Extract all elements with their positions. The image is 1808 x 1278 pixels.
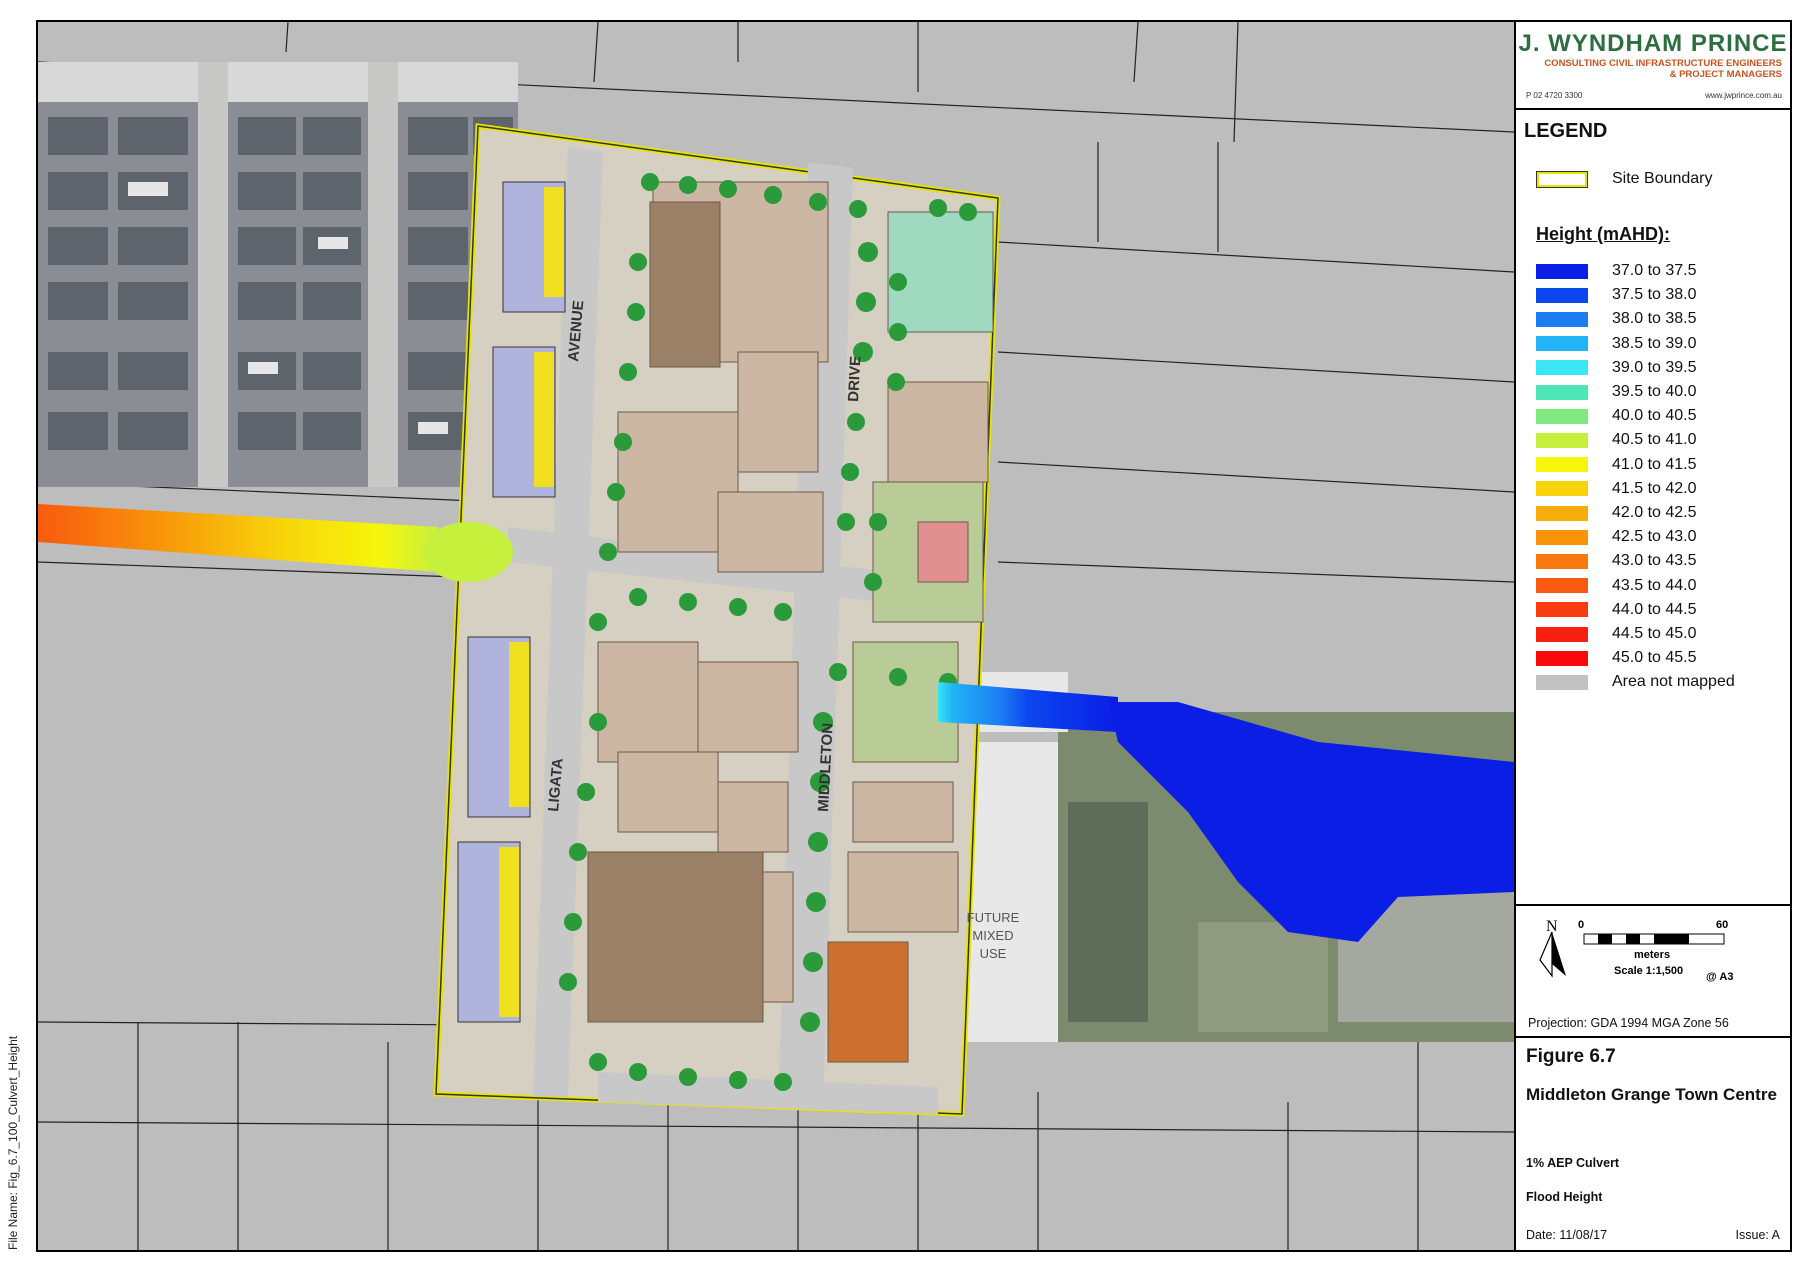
legend-swatch (1536, 336, 1588, 352)
legend-item-label: 42.0 to 42.5 (1612, 504, 1697, 521)
projection-text: Projection: GDA 1994 MGA Zone 56 (1528, 1016, 1729, 1030)
legend-swatch (1536, 263, 1588, 279)
legend-item-label: 37.0 to 37.5 (1612, 262, 1697, 279)
legend-item-label: 44.5 to 45.0 (1612, 625, 1697, 642)
legend-item: 37.0 to 37.5 (1536, 260, 1697, 282)
north-label: N (1546, 918, 1558, 935)
legend: LEGEND Site Boundary Height (mAHD): 37.0… (1516, 110, 1790, 906)
legend-item-label: 40.0 to 40.5 (1612, 407, 1697, 425)
legend-item-label: 39.0 to 39.5 (1612, 358, 1697, 376)
legend-item-label: 42.5 to 43.0 (1612, 528, 1697, 546)
legend-item-label: 40.5 to 41.0 (1612, 431, 1697, 449)
legend-swatch (1536, 408, 1588, 424)
legend-swatch (1536, 602, 1588, 618)
legend-item-label: 43.5 to 44.0 (1612, 576, 1697, 594)
legend-item: 40.0 to 40.5 (1536, 405, 1697, 427)
legend-swatch (1536, 311, 1588, 327)
legend-item: 41.0 to 41.5 (1536, 454, 1697, 476)
legend-item: 40.5 to 41.0 (1536, 429, 1697, 451)
label-drive: DRIVE (845, 356, 864, 403)
north-arrow-icon: N (1539, 918, 1566, 978)
scale-graphic: N 0 60 meters Scale 1:1,500 @ A3 (1539, 918, 1733, 983)
side-panel: J. WYNDHAM PRINCE CONSULTING CIVIL INFRA… (1514, 22, 1790, 1250)
figure-subtitle-2: Flood Height (1526, 1190, 1603, 1204)
legend-item-label: 43.0 to 43.5 (1612, 552, 1697, 570)
legend-item-label: 41.0 to 41.5 (1612, 455, 1697, 473)
scale-block: N 0 60 meters Scale 1:1,500 @ A3 Project… (1516, 906, 1790, 1038)
legend-swatch (1536, 384, 1588, 400)
legend-item: 39.0 to 39.5 (1536, 357, 1697, 379)
site-boundary-swatch (1536, 170, 1588, 188)
legend-item-label: Area not mapped (1612, 673, 1735, 691)
legend-item: 38.5 to 39.0 (1536, 333, 1697, 355)
file-name-label: File Name: Fig_6.7_100_Culvert_Height (6, 1035, 20, 1250)
legend-item: 44.5 to 45.0 (1536, 623, 1697, 645)
legend-site-boundary-label: Site Boundary (1612, 170, 1713, 187)
map-canvas[interactable]: AVENUE LIGATA MIDDLETON DRIVE FUTURE MIX… (38, 22, 1514, 1250)
legend-item-label: 39.5 to 40.0 (1612, 383, 1697, 400)
legend-item: Area not mapped (1536, 671, 1735, 693)
legend-item-label: 45.0 to 45.5 (1612, 649, 1697, 667)
scale-paper: @ A3 (1706, 971, 1733, 983)
scale-ratio: Scale 1:1,500 (1614, 965, 1683, 977)
legend-swatch (1536, 626, 1588, 642)
legend-swatch (1536, 360, 1588, 376)
legend-item: 43.5 to 44.0 (1536, 575, 1697, 597)
legend-item: 39.5 to 40.0 (1536, 381, 1697, 403)
flood-extent-culvert-inlet (423, 522, 513, 582)
legend-swatch (1536, 505, 1588, 521)
legend-swatch (1536, 553, 1588, 569)
company-tagline-2: & PROJECT MANAGERS (1669, 69, 1782, 80)
legend-site-boundary: Site Boundary (1536, 168, 1713, 190)
legend-swatch (1536, 674, 1588, 690)
map-svg: AVENUE LIGATA MIDDLETON DRIVE FUTURE MIX… (38, 22, 1514, 1250)
legend-item-label: 38.5 to 39.0 (1612, 334, 1697, 352)
legend-height-heading: Height (mAHD): (1536, 224, 1670, 244)
figure-subtitle-1: 1% AEP Culvert (1526, 1156, 1620, 1170)
label-mixed: MIXED (972, 928, 1013, 943)
scale-units: meters (1634, 949, 1670, 961)
label-future: FUTURE (967, 910, 1020, 925)
company-logo-block: J. WYNDHAM PRINCE CONSULTING CIVIL INFRA… (1516, 22, 1790, 110)
scale-start: 0 (1578, 919, 1584, 931)
legend-item: 41.5 to 42.0 (1536, 478, 1697, 500)
scale-bar: 0 60 meters Scale 1:1,500 @ A3 (1578, 919, 1733, 983)
legend-item-label: 44.0 to 44.5 (1612, 600, 1697, 618)
legend-swatch (1536, 287, 1588, 303)
legend-item-label: 37.5 to 38.0 (1612, 286, 1697, 304)
legend-swatch (1536, 650, 1588, 666)
company-name: J. WYNDHAM PRINCE (1518, 30, 1788, 57)
legend-swatch (1536, 481, 1588, 497)
legend-item: 45.0 to 45.5 (1536, 647, 1697, 669)
legend-item-label: 41.5 to 42.0 (1612, 479, 1697, 497)
figure-date: Date: 11/08/17 (1526, 1228, 1608, 1242)
figure-number: Figure 6.7 (1526, 1046, 1616, 1067)
company-web: www.jwprince.com.au (1705, 91, 1782, 100)
figure-name: Middleton Grange Town Centre (1526, 1085, 1777, 1104)
company-tagline-1: CONSULTING CIVIL INFRASTRUCTURE ENGINEER… (1544, 58, 1782, 69)
legend-swatch (1536, 457, 1588, 473)
legend-item: 43.0 to 43.5 (1536, 550, 1697, 572)
legend-item: 38.0 to 38.5 (1536, 308, 1697, 330)
company-phone: P 02 4720 3300 (1526, 91, 1583, 100)
title-block: Figure 6.7 Middleton Grange Town Centre … (1516, 1038, 1790, 1250)
legend-swatch (1536, 529, 1588, 545)
legend-item: 44.0 to 44.5 (1536, 599, 1697, 621)
legend-item: 37.5 to 38.0 (1536, 284, 1697, 306)
legend-item: 42.5 to 43.0 (1536, 526, 1697, 548)
legend-swatch (1536, 432, 1588, 448)
map-frame: AVENUE LIGATA MIDDLETON DRIVE FUTURE MIX… (36, 20, 1792, 1252)
legend-item-label: 38.0 to 38.5 (1612, 310, 1697, 328)
scale-end: 60 (1716, 919, 1728, 931)
legend-item: 42.0 to 42.5 (1536, 502, 1697, 524)
legend-swatch (1536, 578, 1588, 594)
label-use: USE (980, 946, 1007, 961)
legend-title: LEGEND (1524, 120, 1608, 142)
figure-issue: Issue: A (1735, 1228, 1780, 1242)
